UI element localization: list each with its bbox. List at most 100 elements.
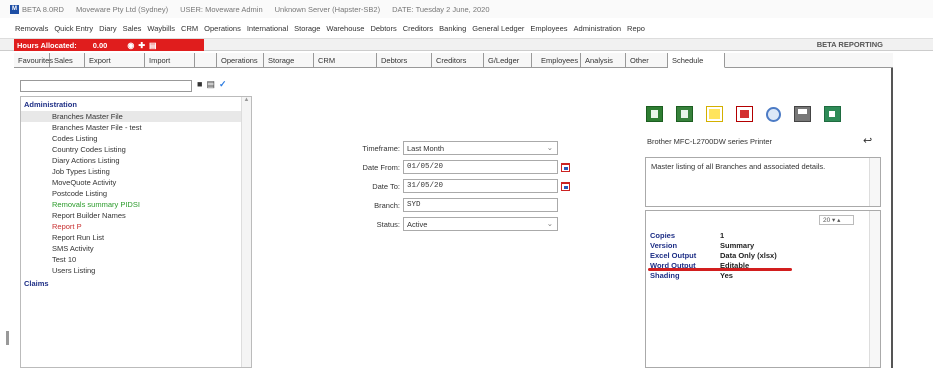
output-toolbar [646,106,841,122]
hours-label: Hours Allocated: [17,40,77,50]
email-icon[interactable] [706,106,723,122]
tab-storage[interactable]: Storage [264,53,314,68]
tab-employees[interactable]: Employees [537,53,581,68]
printer-icon[interactable] [794,106,811,122]
tab-creditors[interactable]: Creditors [432,53,484,68]
hours-allocated-badge: Hours Allocated: 0.00 ◉ ✚ ▤ [14,39,204,51]
copy-icon[interactable]: ▤ [206,79,215,90]
menu-warehouse[interactable]: Warehouse [326,24,364,33]
prop-row[interactable]: Excel Output Data Only (xlsx) [650,251,777,260]
main-menu-bar: Removals Quick Entry Diary Sales Waybill… [0,18,933,38]
tree-item[interactable]: Diary Actions Listing [21,155,251,166]
prop-key: Version [650,241,678,250]
tab-favourites[interactable]: Favourites [14,53,53,68]
tab-analysis[interactable]: Analysis [581,53,626,68]
save-icon[interactable]: ■ [197,79,202,90]
report-description: Master listing of all Branches and assoc… [645,157,881,207]
undo-icon[interactable]: ↩ [863,134,872,147]
menu-crm[interactable]: CRM [181,24,198,33]
prop-key: Shading [650,271,680,280]
menu-banking[interactable]: Banking [439,24,466,33]
tree-item[interactable]: Users Listing [21,265,251,276]
pdf-icon[interactable] [736,106,753,122]
menu-sales[interactable]: Sales [123,24,142,33]
description-text: Master listing of all Branches and assoc… [651,162,826,171]
tree-item[interactable]: Report Builder Names [21,210,251,221]
menu-quick-entry[interactable]: Quick Entry [54,24,93,33]
printer-name[interactable]: Brother MFC-L2700DW series Printer [647,137,772,146]
tree-item[interactable]: SMS Activity [21,243,251,254]
tab-schedule[interactable]: Schedule [668,53,725,68]
tree-item[interactable]: Job Types Listing [21,166,251,177]
menu-general-ledger[interactable]: General Ledger [472,24,524,33]
tree-item[interactable]: Country Codes Listing [21,144,251,155]
tab-crm[interactable]: CRM [314,53,377,68]
plus-icon[interactable]: ✚ [138,41,145,50]
prop-row[interactable]: Shading Yes [650,271,733,280]
description-scrollbar[interactable] [869,158,880,206]
tree-scrollbar[interactable]: ▲ [241,97,251,367]
zoom-value: 20 [823,217,831,224]
menu-operations[interactable]: Operations [204,24,241,33]
clipboard-icon[interactable]: ▤ [149,41,157,50]
tree-item[interactable]: Removals summary PIDSI [21,199,251,210]
scroll-up-icon[interactable]: ▲ [242,97,251,103]
calendar-icon[interactable] [561,181,570,191]
module-title: BETA REPORTING [816,40,883,49]
tree-item[interactable]: Report P [21,221,251,232]
menu-creditors[interactable]: Creditors [403,24,433,33]
tab-sales[interactable]: Sales [50,53,85,68]
status-select[interactable]: Active ⌄ [403,217,558,231]
title-bar: M BETA 8.0RD Moveware Pty Ltd (Sydney) U… [0,0,933,18]
branch-input[interactable]: SYD [403,198,558,212]
tab-operations[interactable]: Operations [217,53,264,68]
tree-item[interactable]: Branches Master File - test [21,122,251,133]
date-to-input[interactable]: 31/05/20 [403,179,558,193]
date-from-input[interactable]: 01/05/20 [403,160,558,174]
word-export-icon[interactable] [676,106,693,122]
tab-gledger[interactable]: G/Ledger [484,53,532,68]
report-properties-panel: 20 ▾ ▴ Copies 1 Version Summary Excel Outp… [645,210,881,368]
properties-scrollbar[interactable] [869,211,880,367]
status-bar: Hours Allocated: 0.00 ◉ ✚ ▤ BETA REPORTI… [0,38,933,51]
binoculars-icon[interactable]: ◉ [127,41,134,50]
tree-item[interactable]: Branches Master File [21,111,251,122]
tree-item[interactable]: MoveQuote Activity [21,177,251,188]
menu-employees[interactable]: Employees [530,24,567,33]
checkmark-icon[interactable]: ✓ [219,79,227,90]
zoom-select[interactable]: 20 ▾ ▴ [819,215,854,225]
exit-icon[interactable] [824,106,841,122]
timeframe-value: Last Month [407,144,445,153]
menu-reports[interactable]: Repo [627,24,645,33]
menu-international[interactable]: International [247,24,288,33]
tree-group-administration[interactable]: Administration [21,97,251,111]
menu-debtors[interactable]: Debtors [370,24,396,33]
menu-removals[interactable]: Removals [15,24,48,33]
tree-item[interactable]: Report Run List [21,232,251,243]
tree-item[interactable]: Postcode Listing [21,188,251,199]
menu-administration[interactable]: Administration [574,24,622,33]
chevron-down-icon: ⌄ [546,219,553,228]
prop-row[interactable]: Copies 1 [650,231,724,240]
tree-item[interactable]: Codes Listing [21,133,251,144]
report-search-input[interactable] [20,80,192,92]
status-label: Status: [376,219,400,229]
prop-key: Copies [650,231,676,240]
prop-key: Excel Output [650,251,697,260]
tree-item[interactable]: Test 10 [21,254,251,265]
report-tree: Administration Branches Master File Bran… [20,96,252,368]
tab-import[interactable]: Import [145,53,195,68]
hours-value: 0.00 [92,40,108,50]
tab-debtors[interactable]: Debtors [377,53,432,68]
timeframe-select[interactable]: Last Month ⌄ [403,141,558,155]
prop-row[interactable]: Version Summary [650,241,754,250]
tab-export[interactable]: Export [85,53,145,68]
tab-other[interactable]: Other [626,53,668,68]
tree-group-claims[interactable]: Claims [21,276,251,290]
menu-waybills[interactable]: Waybills [147,24,175,33]
calendar-icon[interactable] [561,162,570,172]
preview-search-icon[interactable] [766,106,781,122]
excel-export-icon[interactable] [646,106,663,122]
menu-storage[interactable]: Storage [294,24,320,33]
menu-diary[interactable]: Diary [99,24,117,33]
